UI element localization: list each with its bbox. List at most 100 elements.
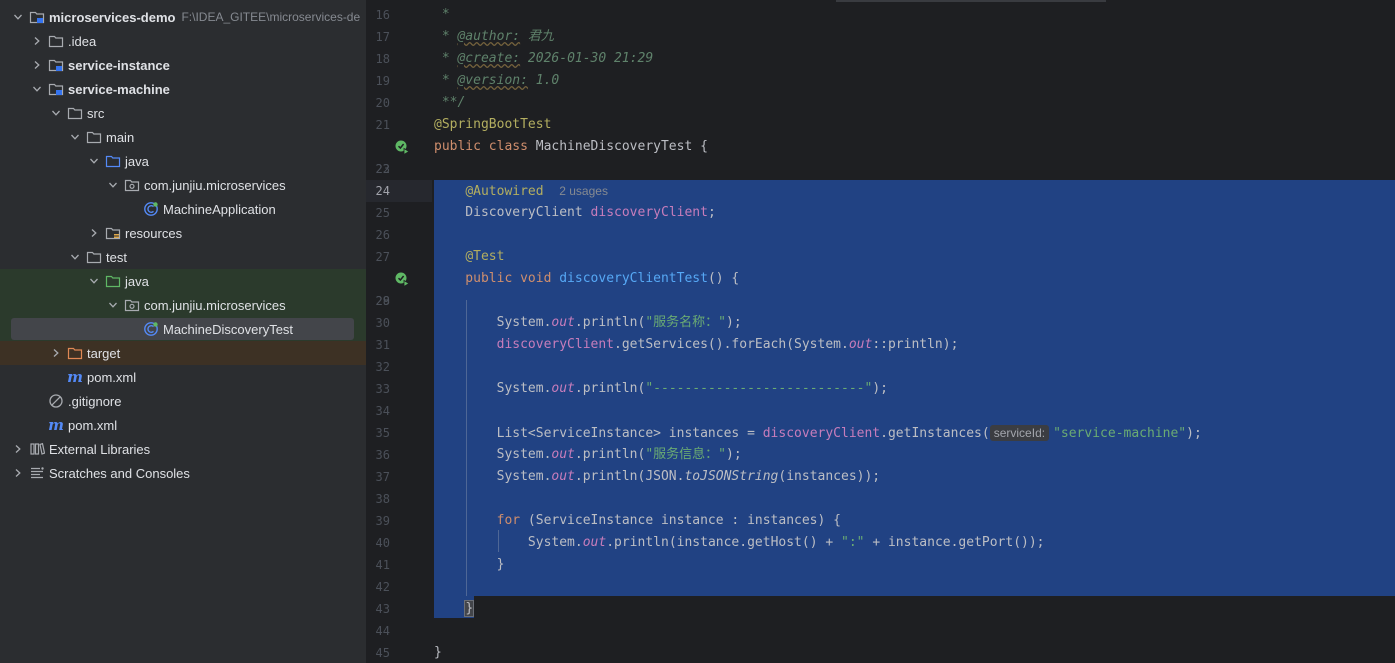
code-line[interactable]: 31 discoveryClient.getServices().forEach… <box>366 334 1395 356</box>
tree-node-main-java[interactable]: java <box>0 149 366 173</box>
code-text: (ServiceInstance instance : instances) { <box>527 513 841 528</box>
tree-node-target[interactable]: target <box>0 341 366 365</box>
punctuation: ; <box>707 205 716 220</box>
string-literal: "服务名称：" <box>645 315 726 330</box>
tree-node-gitignore[interactable]: .gitignore <box>0 389 366 413</box>
code-line[interactable]: 20 **/ <box>366 92 1395 114</box>
code-line[interactable]: 17 * @author: 君九 <box>366 26 1395 48</box>
line-number: 38 <box>375 492 390 506</box>
code-line[interactable]: 16 * <box>366 4 1395 26</box>
folder-icon <box>86 129 102 145</box>
tree-node-scratches[interactable]: Scratches and Consoles <box>0 461 366 485</box>
tree-node-src[interactable]: src <box>0 101 366 125</box>
tree-node-external-libraries[interactable]: External Libraries <box>0 437 366 461</box>
tree-node-main-package[interactable]: com.junjiu.microservices <box>0 173 366 197</box>
code-line[interactable]: 37 System.out.println(JSON.toJSONString(… <box>366 466 1395 488</box>
chevron-right-icon[interactable] <box>50 347 62 359</box>
chevron-down-icon[interactable] <box>69 131 81 143</box>
code-line[interactable]: 27 @Test <box>366 246 1395 268</box>
code-line[interactable]: 43 } <box>366 598 1395 620</box>
code-line[interactable]: 38 <box>366 488 1395 510</box>
code-line[interactable]: 35 List<ServiceInstance> instances = dis… <box>366 422 1395 444</box>
usages-inlay-hint[interactable]: 2 usages <box>559 184 608 198</box>
line-number: 23 <box>375 162 390 176</box>
chevron-right-icon[interactable] <box>31 35 43 47</box>
line-number: 19 <box>375 74 390 88</box>
code-line[interactable]: 18 * @create: 2026-01-30 21:29 <box>366 48 1395 70</box>
class-name: MachineDiscoveryTest { <box>535 139 708 154</box>
code-line[interactable]: 19 * @version: 1.0 <box>366 70 1395 92</box>
code-line[interactable]: 25 DiscoveryClient discoveryClient; <box>366 202 1395 224</box>
code-line[interactable]: 29 <box>366 290 1395 312</box>
code-line[interactable]: 26 <box>366 224 1395 246</box>
line-number: 21 <box>375 118 390 132</box>
chevron-down-icon[interactable] <box>107 179 119 191</box>
code-line[interactable]: 40 System.out.println(instance.getHost()… <box>366 532 1395 554</box>
code-line[interactable]: 32 <box>366 356 1395 378</box>
line-number: 25 <box>375 206 390 220</box>
tree-node-service-machine[interactable]: service-machine <box>0 77 366 101</box>
folder-icon <box>67 105 83 121</box>
code-line[interactable]: 22 public class MachineDiscoveryTest { <box>366 136 1395 176</box>
chevron-down-icon[interactable] <box>31 83 43 95</box>
tree-node-resources[interactable]: resources <box>0 221 366 245</box>
code-text: .println( <box>574 447 646 462</box>
code-line[interactable]: 33 System.out.println("-----------------… <box>366 378 1395 400</box>
code-line[interactable]: 45 } <box>366 642 1395 663</box>
module-folder-icon <box>48 57 64 73</box>
code-line-current[interactable]: 24 @Autowired 2 usages <box>366 180 1395 202</box>
tree-node-microservices-demo[interactable]: microservices-demo F:\IDEA_GITEE\microse… <box>0 5 366 29</box>
tree-node-machine-application[interactable]: MachineApplication <box>0 197 366 221</box>
run-test-icon[interactable] <box>394 139 410 155</box>
tree-node-machine-discovery-test[interactable]: MachineDiscoveryTest <box>0 317 366 341</box>
tree-node-main[interactable]: main <box>0 125 366 149</box>
tree-label: target <box>87 345 121 361</box>
code-line[interactable]: 36 System.out.println("服务信息："); <box>366 444 1395 466</box>
code-editor[interactable]: 16 * 17 * @author: 君九 18 * @create: 2026… <box>366 0 1395 663</box>
chevron-down-icon[interactable] <box>69 251 81 263</box>
chevron-down-icon[interactable] <box>88 275 100 287</box>
field: discoveryClient <box>434 337 615 352</box>
code-text: .println( <box>574 315 646 330</box>
javadoc-tag: @create: <box>457 51 521 66</box>
chevron-right-icon[interactable] <box>12 443 24 455</box>
code-line[interactable]: 23 <box>366 158 1395 180</box>
tree-label: External Libraries <box>49 441 151 457</box>
tree-node-test[interactable]: test <box>0 245 366 269</box>
tree-node-root-pom[interactable]: m pom.xml <box>0 413 366 437</box>
chevron-down-icon[interactable] <box>12 11 24 23</box>
string-literal: "服务信息：" <box>645 447 726 462</box>
doc-comment: 2026-01-30 21:29 <box>520 51 654 66</box>
code-line[interactable]: 41 } <box>366 554 1395 576</box>
static-field: out <box>551 315 575 330</box>
code-line[interactable]: 30 System.out.println("服务名称："); <box>366 312 1395 334</box>
punctuation: ); <box>726 447 742 462</box>
line-number: 40 <box>375 536 390 550</box>
run-test-icon[interactable] <box>394 271 410 287</box>
punctuation: () { <box>707 271 740 286</box>
tree-label: java <box>125 153 149 169</box>
code-line[interactable]: 42 <box>366 576 1395 598</box>
line-number: 30 <box>375 316 390 330</box>
code-line[interactable]: 34 <box>366 400 1395 422</box>
chevron-down-icon[interactable] <box>107 299 119 311</box>
tree-node-idea[interactable]: .idea <box>0 29 366 53</box>
tree-label: java <box>125 273 149 289</box>
tree-node-module-pom[interactable]: m pom.xml <box>0 365 366 389</box>
chevron-right-icon[interactable] <box>12 467 24 479</box>
doc-comment: 君九 <box>520 29 554 44</box>
chevron-down-icon[interactable] <box>88 155 100 167</box>
code-line[interactable]: 28 public void discoveryClientTest() { <box>366 268 1395 308</box>
chevron-down-icon[interactable] <box>50 107 62 119</box>
code-line[interactable]: 21 @SpringBootTest <box>366 114 1395 136</box>
tree-node-test-java[interactable]: java <box>0 269 366 293</box>
code-line[interactable]: 39 for (ServiceInstance instance : insta… <box>366 510 1395 532</box>
tree-node-service-instance[interactable]: service-instance <box>0 53 366 77</box>
tree-node-test-package[interactable]: com.junjiu.microservices <box>0 293 366 317</box>
field: discoveryClient <box>762 426 881 441</box>
code-line[interactable]: 44 <box>366 620 1395 642</box>
chevron-right-icon[interactable] <box>31 59 43 71</box>
javadoc-tag: @version: <box>457 73 528 88</box>
chevron-right-icon[interactable] <box>88 227 100 239</box>
